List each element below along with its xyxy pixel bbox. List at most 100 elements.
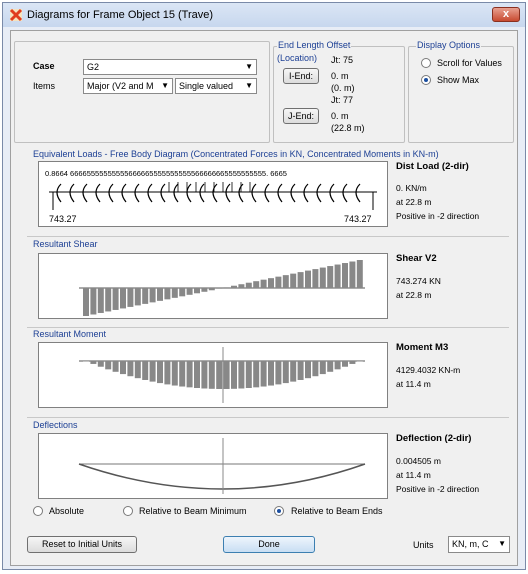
moment-section-label: Resultant Moment (33, 329, 107, 339)
units-value: KN, m, C (452, 539, 489, 549)
units-label: Units (413, 540, 434, 550)
deflection-diagram-canvas (78, 438, 366, 494)
units-select[interactable]: KN, m, C ▼ (448, 536, 510, 553)
loads-direction: Positive in -2 direction (396, 211, 480, 221)
section-divider (27, 236, 509, 237)
shear-bar (297, 272, 304, 288)
case-select[interactable]: G2 ▼ (83, 59, 257, 75)
end-offset-label: End Length Offset (277, 40, 352, 50)
show-max-label: Show Max (437, 75, 480, 85)
reset-units-button[interactable]: Reset to Initial Units (27, 536, 137, 553)
shear-bar (134, 288, 141, 306)
j-end-button[interactable]: J-End: (283, 108, 319, 124)
items-value: Major (V2 and M (87, 81, 154, 91)
mode-select[interactable]: Single valued ▼ (175, 78, 257, 94)
moment-info: 4129.4032 KN-m at 11.4 m (396, 363, 460, 391)
moment-bar (312, 361, 319, 377)
section-divider (27, 417, 509, 418)
shear-bar (171, 288, 178, 298)
loads-diagram-canvas: 0.8664 666655555555556666655555555555666… (45, 169, 377, 224)
shear-bar (245, 282, 252, 288)
shear-bar (157, 288, 163, 301)
shear-bar (268, 278, 274, 288)
chevron-down-icon: ▼ (161, 81, 169, 90)
moment-arc (290, 183, 296, 203)
moment-bar (90, 361, 97, 364)
moment-arc (147, 183, 153, 203)
moment-bar (134, 361, 141, 379)
shear-bar (223, 287, 230, 288)
deflection-value: 0.004505 m (396, 456, 441, 466)
relative-ends-radio[interactable] (274, 506, 284, 516)
shear-at: at 22.8 m (396, 290, 432, 300)
moment-bar (149, 361, 156, 382)
i-end-location: (0. m) (331, 83, 355, 93)
moment-arc (56, 183, 62, 203)
dialog-body: Case G2 ▼ Items Major (V2 and M ▼ Single v… (10, 30, 518, 566)
moment-bar (171, 361, 178, 386)
j-end-location: (22.8 m) (331, 123, 365, 133)
chevron-down-icon: ▼ (245, 62, 253, 71)
i-end-button[interactable]: I-End: (283, 68, 319, 84)
moment-bar (179, 361, 186, 387)
moment-bar (186, 361, 193, 388)
shear-bar (238, 284, 245, 288)
show-max-radio[interactable] (421, 75, 431, 85)
moment-bar (349, 361, 356, 364)
j-end-value: 0. m (331, 111, 349, 121)
shear-bar (312, 269, 319, 288)
shear-bar (120, 288, 126, 309)
items-select[interactable]: Major (V2 and M ▼ (83, 78, 173, 94)
moment-bar (334, 361, 341, 370)
moment-arc (277, 183, 283, 203)
moment-panel-title: Moment M3 (396, 342, 449, 353)
moment-bar (231, 361, 237, 389)
close-icon: x (502, 8, 510, 20)
relative-ends-label: Relative to Beam Ends (291, 506, 383, 516)
j-end-joint: Jt: 77 (331, 95, 354, 105)
relative-min-radio[interactable] (123, 506, 133, 516)
location-label: (Location) (277, 53, 318, 63)
close-button[interactable]: x (492, 7, 520, 22)
deflection-direction: Positive in -2 direction (396, 484, 480, 494)
shear-bar (112, 288, 119, 310)
moment-bar (260, 361, 267, 387)
moment-bar (164, 361, 171, 385)
scroll-values-radio[interactable] (421, 58, 431, 68)
shear-bar (194, 288, 200, 294)
shear-bar (327, 266, 334, 288)
deflection-panel-title: Deflection (2-dir) (396, 433, 472, 444)
shear-diagram-canvas (79, 260, 365, 316)
shear-value: 743.274 KN (396, 276, 441, 286)
moment-bar (157, 361, 163, 384)
moment-bar (216, 361, 223, 389)
shear-bar (282, 275, 289, 288)
moment-arc (95, 183, 101, 203)
shear-bar (186, 288, 193, 295)
display-options-label: Display Options (416, 40, 482, 50)
load-arrows (52, 182, 374, 210)
shear-bar (305, 270, 311, 288)
moment-bar (282, 361, 289, 384)
moment-arc (355, 183, 361, 203)
moment-bar (201, 361, 208, 389)
moment-bar (356, 361, 363, 362)
shear-bar (201, 288, 208, 292)
moment-bar (305, 361, 311, 379)
i-end-joint: Jt: 75 (331, 55, 354, 65)
deflection-info: 0.004505 m at 11.4 m Positive in -2 dire… (396, 454, 479, 496)
deflection-section-label: Deflections (33, 420, 78, 430)
shear-bar (356, 260, 363, 288)
moment-bar (194, 361, 200, 388)
loads-right-value: 743.27 (344, 214, 372, 224)
shear-bar (97, 288, 104, 313)
moment-arc (342, 183, 348, 203)
window-title: Diagrams for Frame Object 15 (Trave) (27, 9, 214, 21)
absolute-radio[interactable] (33, 506, 43, 516)
done-button[interactable]: Done (223, 536, 315, 553)
loads-value: 0. KN/m (396, 183, 427, 193)
mode-value: Single valued (179, 81, 234, 91)
shear-bar (142, 288, 149, 304)
deflection-diagram (38, 433, 388, 499)
moment-arc (121, 183, 127, 203)
